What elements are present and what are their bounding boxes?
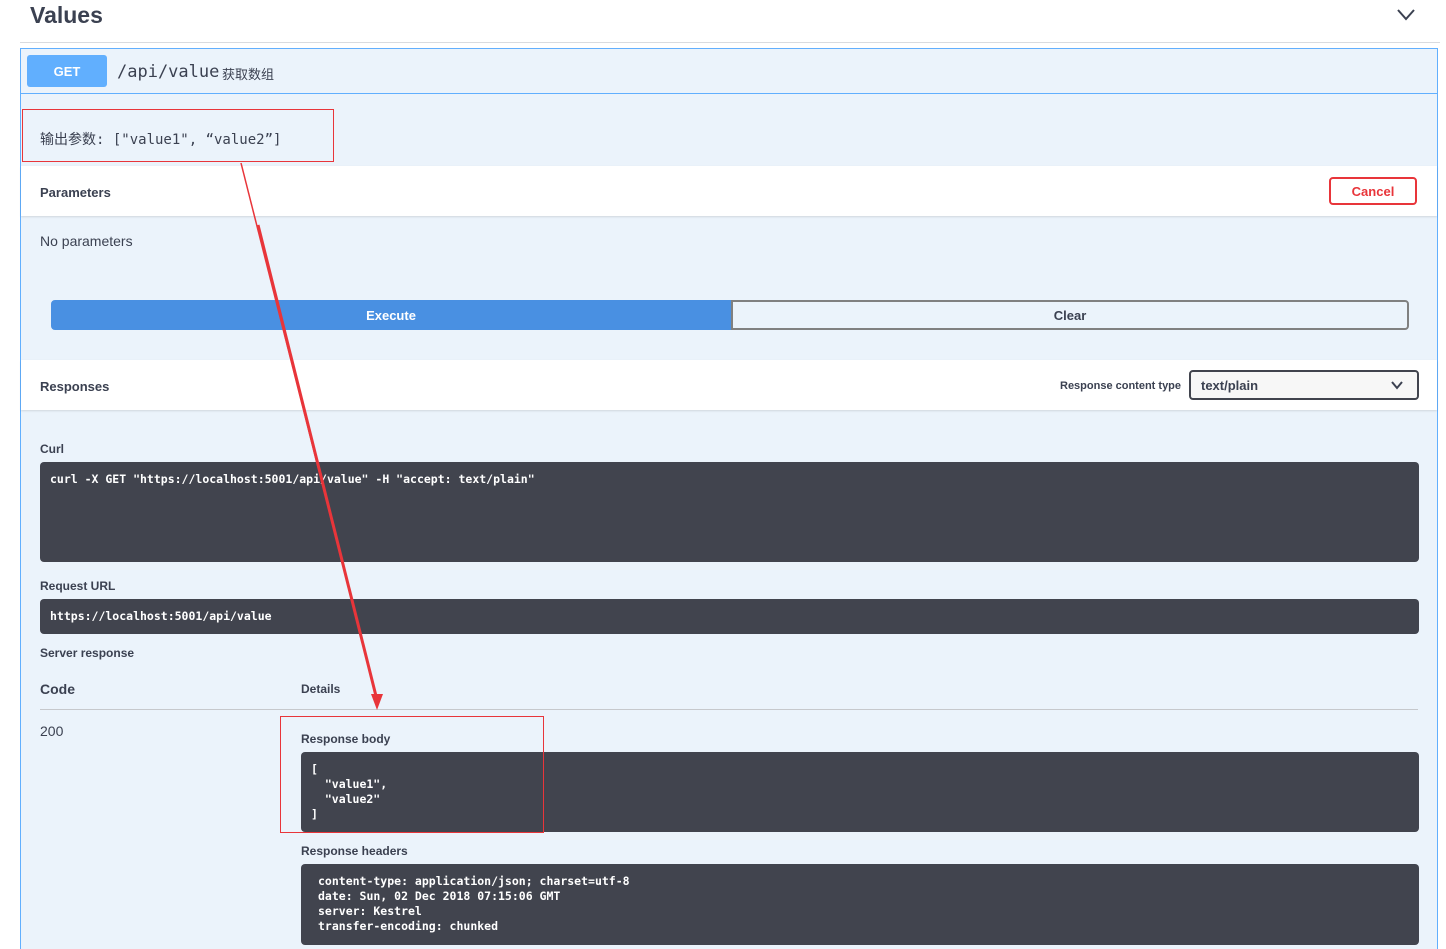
response-content-type-select[interactable]: text/plain [1189, 370, 1419, 400]
section-title: Values [30, 2, 103, 28]
code-column-header: Code [40, 681, 75, 697]
operation-description: 输出参数: ["value1", “value2”] [40, 132, 282, 148]
response-headers[interactable]: content-type: application/json; charset=… [301, 864, 1419, 945]
details-column-header: Details [301, 682, 341, 696]
execute-button[interactable]: Execute [51, 300, 731, 330]
responses-header: Responses Response content type text/pla… [21, 360, 1437, 410]
cancel-button[interactable]: Cancel [1329, 177, 1417, 205]
response-body[interactable]: [ "value1", "value2" ] [301, 752, 1419, 832]
request-url-value[interactable]: https://localhost:5001/api/value [40, 599, 1419, 634]
server-response-label: Server response [40, 646, 135, 660]
table-divider [40, 709, 1418, 710]
response-body-label: Response body [301, 732, 391, 746]
chevron-down-icon[interactable] [1396, 8, 1416, 22]
request-url-label: Request URL [40, 579, 116, 593]
select-value: text/plain [1201, 378, 1259, 393]
operation-block: GET /api/value 获取数组 输出参数: ["value1", “va… [20, 48, 1438, 949]
clear-button[interactable]: Clear [731, 300, 1409, 330]
section-header[interactable]: Values [20, 0, 1440, 43]
response-headers-label: Response headers [301, 844, 408, 858]
parameters-header: Parameters Cancel [21, 166, 1437, 216]
chevron-down-icon [1391, 381, 1403, 390]
parameters-title: Parameters [40, 185, 111, 200]
response-content-type-label: Response content type [1060, 380, 1182, 392]
operation-path: /api/value [117, 62, 220, 82]
status-code: 200 [40, 723, 64, 739]
responses-title: Responses [40, 379, 110, 394]
curl-label: Curl [40, 442, 64, 456]
operation-summary-text: 获取数组 [222, 67, 275, 82]
method-badge: GET [27, 55, 107, 87]
operation-summary[interactable]: GET /api/value 获取数组 [21, 49, 1437, 94]
no-parameters-text: No parameters [40, 233, 133, 249]
curl-command[interactable]: curl -X GET "https://localhost:5001/api/… [40, 462, 1419, 562]
